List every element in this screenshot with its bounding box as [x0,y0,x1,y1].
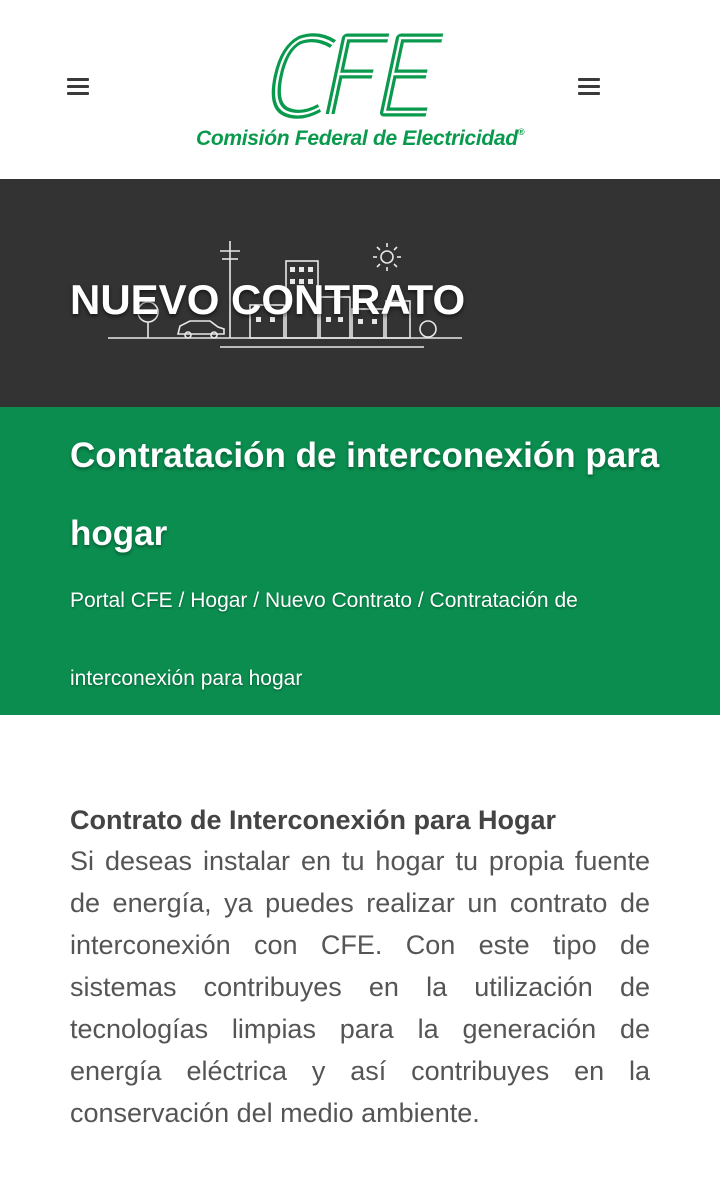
breadcrumb: Portal CFE / Hogar / Nuevo Contrato / Co… [70,562,670,718]
hamburger-menu-icon[interactable] [578,78,602,100]
content-paragraph: Si deseas instalar en tu hogar tu propia… [70,846,650,1128]
hero-banner: NUEVO CONTRATO [0,179,720,407]
hero-title: NUEVO CONTRATO [70,276,466,323]
main-content: Contrato de Interconexión para Hogar Si … [70,800,650,1134]
breadcrumb-hogar[interactable]: Hogar [190,589,247,612]
site-header: Comisión Federal de Electricidad® [0,0,720,179]
breadcrumb-nuevo-contrato[interactable]: Nuevo Contrato [265,589,412,612]
content-heading: Contrato de Interconexión para Hogar [70,805,557,835]
breadcrumb-portal-cfe[interactable]: Portal CFE [70,589,173,612]
page-title: Contratación de interconexión para hogar [70,436,660,553]
breadcrumb-separator: / [172,589,191,612]
breadcrumb-separator: / [412,589,430,612]
breadcrumb-separator: / [247,589,265,612]
logo-wordmark: Comisión Federal de Electricidad® [196,127,525,150]
cfe-logo-mark [271,33,444,119]
cfe-logo[interactable]: Comisión Federal de Electricidad® [196,30,526,155]
page-title-banner: Contratación de interconexión para hogar… [0,407,720,715]
hamburger-menu-icon[interactable] [67,78,91,100]
